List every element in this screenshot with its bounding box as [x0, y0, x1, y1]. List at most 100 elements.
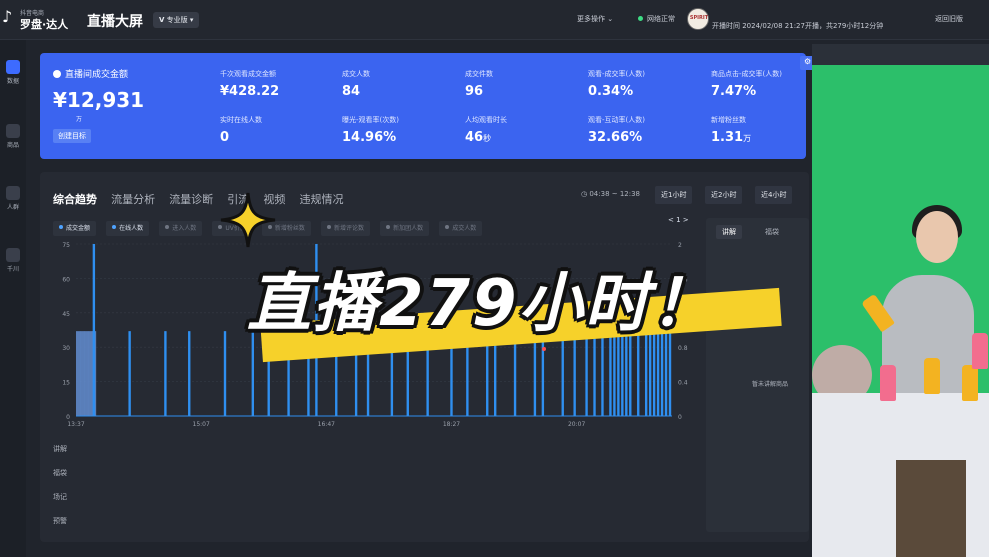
video-header	[812, 44, 989, 65]
range-4h-button[interactable]: 近4小时	[755, 186, 793, 204]
live-session-info: 开播时间 2024/02/08 21:27开播，共279小时12分钟	[712, 22, 884, 30]
legend-dot-icon	[112, 225, 117, 229]
logo-title: 罗盘·达人	[20, 18, 69, 31]
legend-label: 成交人数	[452, 225, 477, 232]
avatar[interactable]: SPIRIT	[687, 8, 709, 30]
metric-label: 千次观看成交金额	[220, 70, 276, 78]
nav-item-label: 商品	[6, 142, 19, 149]
metric-label: 商品点击-成交率(人数)	[711, 70, 782, 78]
metric-interaction-rate: 观看-互动率(人数) 32.66%	[588, 115, 645, 145]
edition-v-icon: V	[159, 16, 165, 24]
range-1h-button[interactable]: 近1小时	[655, 186, 693, 204]
x-tick-label: 18:27	[443, 421, 460, 428]
metric-items-sold: 成交件数 96	[465, 69, 493, 99]
product-bottle	[962, 365, 978, 401]
app-logo[interactable]: ♪ 抖音电商 罗盘·达人	[2, 7, 74, 33]
metric-value: 0.34%	[588, 84, 634, 99]
bar-online	[128, 331, 131, 416]
nav-item-label: 人群	[6, 204, 19, 211]
legend-dot-icon	[59, 225, 63, 229]
left-nav: 数据 商品 人群 千川	[0, 40, 26, 557]
metric-label: 观看-成交率(人数)	[588, 70, 645, 78]
metric-value: 1.31万	[711, 130, 752, 145]
create-goal-button[interactable]: 创建目标	[53, 129, 91, 143]
legend-dot-icon	[445, 225, 450, 229]
caret-down-icon: ▾	[189, 16, 194, 24]
back-to-old-version-button[interactable]: 返回旧版	[935, 14, 963, 24]
bar-gmv	[79, 331, 85, 416]
chevron-down-icon: ⌄	[607, 15, 614, 23]
x-tick-label: 15:07	[193, 421, 210, 428]
metric-value: ¥428.22	[220, 84, 280, 99]
network-status-label: 网络正常	[647, 15, 675, 23]
metric-value: 32.66%	[588, 130, 643, 145]
bar-online	[164, 331, 167, 416]
metric-avg-watch-time: 人均观看时长 46秒	[465, 115, 507, 145]
data-icon	[6, 60, 20, 74]
network-status: 网络正常	[638, 14, 675, 24]
edition-dropdown[interactable]: V 专业版 ▾	[153, 12, 200, 28]
legend-label: 新增评论数	[334, 225, 365, 232]
y-tick-label: 60	[62, 276, 70, 283]
tab-traffic-analysis[interactable]: 流量分析	[111, 191, 155, 207]
kpi-panel: 直播间成交金额 ¥12,931 万 创建目标 千次观看成交金额 ¥428.22 …	[40, 53, 806, 159]
legend-dot-icon	[165, 225, 170, 229]
product-icon	[6, 124, 20, 138]
nav-item-data[interactable]: 数据	[0, 60, 26, 85]
legend-label: 成交金额	[66, 225, 91, 232]
nav-item-label: 千川	[6, 266, 19, 273]
douyin-logo-icon: ♪	[2, 7, 13, 26]
x-tick-label: 16:47	[318, 421, 335, 428]
more-operations-menu[interactable]: 更多操作 ⌄	[577, 14, 613, 24]
edition-label: 专业版	[166, 16, 188, 24]
tab-lucky-bag[interactable]: 福袋	[759, 225, 785, 239]
y-tick-label: 75	[62, 242, 70, 249]
product-bottle	[972, 333, 988, 369]
tab-overall-trend[interactable]: 综合趋势	[53, 191, 97, 207]
info-icon	[53, 70, 61, 78]
sparkle-icon	[220, 192, 276, 248]
time-range[interactable]: ◷ 04:38 ~ 12:38	[581, 190, 640, 198]
bar-gmv	[87, 331, 93, 416]
x-tick-label: 13:37	[67, 421, 84, 428]
timeline-row-label: 福袋	[53, 469, 67, 477]
tab-explain[interactable]: 讲解	[716, 225, 742, 239]
metric-value: 84	[342, 84, 361, 99]
x-tick-label: 20:07	[568, 421, 585, 428]
legend-pager[interactable]: < 1 >	[668, 216, 689, 224]
timeline-row-label: 场记	[53, 493, 67, 501]
y-tick-label: 0	[66, 414, 70, 421]
nav-item-products[interactable]: 商品	[0, 124, 26, 149]
metric-value: 7.47%	[711, 84, 757, 99]
legend-dot-icon	[386, 225, 391, 229]
settings-icon[interactable]: ⚙	[804, 57, 811, 66]
top-bar: ♪ 抖音电商 罗盘·达人 直播大屏 V 专业版 ▾ 更多操作 ⌄ 网络正常 SP…	[0, 0, 989, 40]
tab-violations[interactable]: 违规情况	[299, 191, 343, 207]
bar-online	[92, 244, 96, 416]
nav-item-qianchuan[interactable]: 千川	[0, 248, 26, 273]
gmv-value: ¥12,931	[53, 88, 145, 112]
nav-item-audience[interactable]: 人群	[0, 186, 26, 211]
gmv-label: 直播间成交金额	[65, 70, 129, 80]
metric-new-fans: 新增粉丝数 1.31万	[711, 115, 751, 145]
bar-online	[188, 331, 191, 416]
timeline-row-label: 预警	[53, 517, 67, 525]
streamer-video	[812, 65, 989, 557]
bar-gmv	[76, 331, 81, 416]
gmv-label-wrap: 直播间成交金额	[53, 67, 128, 80]
tab-traffic-diagnosis[interactable]: 流量诊断	[169, 191, 213, 207]
page-title: 直播大屏	[87, 14, 143, 30]
explain-empty-text: 暂未讲解商品	[752, 381, 789, 388]
bar-online	[223, 331, 227, 416]
presenter-head	[916, 211, 958, 263]
product-bottle	[880, 365, 896, 401]
legend-label: 新增粉丝数	[274, 225, 305, 232]
clock-icon: ◷	[581, 190, 588, 198]
metric-label: 成交件数	[465, 70, 493, 78]
gmv-unit: 万	[76, 116, 83, 123]
metric-value: 14.96%	[342, 130, 397, 145]
range-2h-button[interactable]: 近2小时	[705, 186, 743, 204]
timeline-rows: 讲解 福袋 场记 预警	[53, 444, 67, 540]
y-tick-label: 45	[62, 311, 70, 318]
qianchuan-icon	[6, 248, 20, 262]
